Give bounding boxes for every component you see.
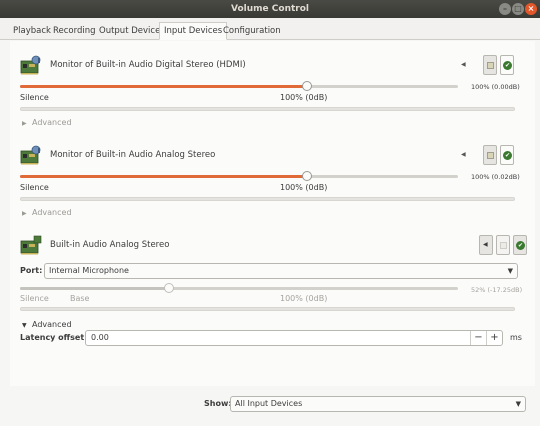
mute-icon [487,152,494,159]
volume-fill [20,287,170,290]
advanced-expander[interactable]: ▼ Advanced [22,320,72,329]
volume-slider-handle[interactable] [164,283,175,293]
level-meter [20,197,515,201]
plus-icon: + [490,332,499,343]
volume-slider-handle[interactable] [301,81,312,91]
expander-arrow-icon: ▼ [22,322,27,329]
volume-readout: 100% (0.02dB) [471,173,520,181]
volume-readout: 100% (0.00dB) [471,83,520,91]
norm-label: 100% (0dB) [280,93,328,102]
tab-label: Playback [13,26,51,36]
maximize-icon: □ [514,4,522,13]
close-button[interactable]: × [525,3,537,15]
chevron-down-icon: ▼ [507,267,513,275]
tab-label: Input Devices [164,26,223,36]
sound-card-icon [20,145,41,165]
lock-channels-arrow-icon: ◀ [483,241,488,248]
volume-fill [20,175,307,178]
checkmark-icon: ✔ [516,241,525,250]
latency-offset-spinbox[interactable]: 0.00 − + [85,330,503,346]
silence-label: Silence [20,93,49,102]
decrement-button[interactable]: − [470,331,486,345]
window-titlebar: Volume Control – □ × [0,0,540,18]
port-select-value: Internal Microphone [49,266,129,275]
lock-channels-button[interactable]: ◀ [479,235,493,255]
tab-bar: Playback Recording Output Devices Input … [0,18,540,40]
minimize-button[interactable]: – [499,3,511,15]
show-filter-value: All Input Devices [235,399,303,408]
chevron-down-icon: ▼ [515,400,521,408]
device-name: Monitor of Built-in Audio Digital Stereo… [50,60,246,70]
advanced-expander[interactable]: ▶ Advanced [22,118,72,127]
latency-offset-value[interactable]: 0.00 [91,333,109,342]
tab-recording[interactable]: Recording [48,22,101,40]
window-title: Volume Control [231,4,309,14]
mute-icon [487,62,494,69]
lock-channels-arrow-icon[interactable]: ◀ [461,151,466,158]
expander-arrow-icon: ▶ [22,120,27,127]
volume-readout: 52% (-17.25dB) [471,286,523,294]
lock-channels-arrow-icon[interactable]: ◀ [461,61,466,68]
device-list: Monitor of Built-in Audio Digital Stereo… [10,41,535,386]
norm-label: 100% (0dB) [280,183,328,192]
level-meter [20,307,515,311]
mute-toggle-button[interactable] [483,145,497,165]
latency-unit-label: ms [510,333,522,342]
silence-label: Silence [20,294,49,303]
sound-card-icon [20,55,41,75]
close-icon: × [527,4,535,13]
show-label: Show: [204,399,232,408]
minimize-icon: – [503,4,507,13]
mute-toggle-button[interactable] [496,235,510,255]
norm-label: 100% (0dB) [280,294,328,303]
maximize-button[interactable]: □ [512,3,524,15]
volume-slider[interactable] [20,283,458,293]
advanced-label: Advanced [32,320,72,329]
checkmark-icon: ✔ [503,61,512,70]
expander-arrow-icon: ▶ [22,210,27,217]
advanced-label: Advanced [32,208,72,217]
tab-configuration[interactable]: Configuration [218,22,286,40]
base-label: Base [70,294,90,303]
advanced-label: Advanced [32,118,72,127]
sound-card-icon [20,235,42,255]
checkmark-icon: ✔ [503,151,512,160]
device-name: Built-in Audio Analog Stereo [50,240,170,250]
set-default-button[interactable]: ✔ [513,235,527,255]
footer-bar: Show: All Input Devices ▼ [0,386,540,426]
show-filter-select[interactable]: All Input Devices ▼ [230,396,526,412]
latency-offset-label: Latency offset: [20,333,88,342]
volume-slider-handle[interactable] [301,171,312,181]
increment-button[interactable]: + [486,331,502,345]
silence-label: Silence [20,183,49,192]
level-meter [20,107,515,111]
device-name: Monitor of Built-in Audio Analog Stereo [50,150,216,160]
volume-slider[interactable] [20,171,458,181]
tab-label: Output Devices [99,26,165,36]
mute-icon [500,242,507,249]
minus-icon: − [474,332,483,343]
tab-label: Recording [53,26,96,36]
set-default-button[interactable]: ✔ [500,145,514,165]
tab-label: Configuration [223,26,281,36]
tab-input-devices[interactable]: Input Devices [159,22,228,40]
volume-slider[interactable] [20,81,458,91]
set-default-button[interactable]: ✔ [500,55,514,75]
port-label: Port: [20,266,43,275]
mute-toggle-button[interactable] [483,55,497,75]
port-select[interactable]: Internal Microphone ▼ [44,263,518,279]
advanced-expander[interactable]: ▶ Advanced [22,208,72,217]
volume-fill [20,85,307,88]
